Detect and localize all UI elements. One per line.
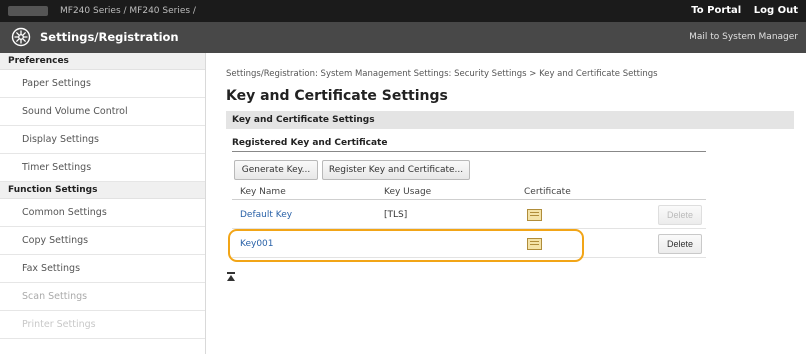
log-out-link[interactable]: Log Out bbox=[754, 5, 798, 16]
top-links: To Portal Log Out bbox=[682, 0, 798, 22]
page-title: Key and Certificate Settings bbox=[226, 88, 448, 104]
generate-key-button[interactable]: Generate Key... bbox=[234, 160, 318, 180]
sidebar-item-timer-settings[interactable]: Timer Settings bbox=[0, 154, 205, 182]
sidebar: Preferences Paper Settings Sound Volume … bbox=[0, 53, 206, 354]
sidebar-item-paper-settings[interactable]: Paper Settings bbox=[0, 70, 205, 98]
mail-to-system-manager-link[interactable]: Mail to System Manager bbox=[689, 22, 798, 53]
column-header-key-name: Key Name bbox=[240, 187, 286, 197]
main-content: Settings/Registration: System Management… bbox=[216, 53, 796, 354]
back-to-top-icon[interactable] bbox=[226, 272, 236, 282]
app-title: Settings/Registration bbox=[40, 30, 179, 44]
key-name-link[interactable]: Default Key bbox=[240, 201, 292, 229]
table-header: Key Name Key Usage Certificate bbox=[232, 184, 706, 200]
sidebar-item-display-settings[interactable]: Display Settings bbox=[0, 126, 205, 154]
column-header-certificate: Certificate bbox=[524, 187, 571, 197]
delete-button-disabled[interactable]: Delete bbox=[658, 205, 702, 225]
section-header: Key and Certificate Settings bbox=[226, 111, 794, 129]
sidebar-header-function-settings: Function Settings bbox=[0, 182, 205, 199]
register-key-and-certificate-button[interactable]: Register Key and Certificate... bbox=[322, 160, 470, 180]
brand-logo bbox=[8, 6, 48, 16]
device-model: MF240 Series / MF240 Series / bbox=[60, 6, 196, 16]
highlight-callout bbox=[228, 229, 584, 262]
key-usage: [TLS] bbox=[384, 210, 408, 220]
table-row: Default Key [TLS] bbox=[232, 201, 706, 229]
breadcrumb: Settings/Registration: System Management… bbox=[226, 69, 658, 79]
title-bar: Settings/Registration Mail to System Man… bbox=[0, 22, 806, 53]
column-header-key-usage: Key Usage bbox=[384, 187, 432, 197]
subsection-heading: Registered Key and Certificate bbox=[232, 138, 706, 152]
sidebar-item-printer-settings[interactable]: Printer Settings bbox=[0, 311, 205, 339]
sidebar-header-preferences: Preferences bbox=[0, 53, 205, 70]
sidebar-item-scan-settings[interactable]: Scan Settings bbox=[0, 283, 205, 311]
top-bar: MF240 Series / MF240 Series / To Portal … bbox=[0, 0, 806, 22]
sidebar-item-sound-volume-control[interactable]: Sound Volume Control bbox=[0, 98, 205, 126]
delete-button[interactable]: Delete bbox=[658, 234, 702, 254]
sidebar-item-copy-settings[interactable]: Copy Settings bbox=[0, 227, 205, 255]
to-portal-link[interactable]: To Portal bbox=[691, 5, 741, 16]
settings-gear-icon bbox=[11, 27, 31, 47]
sidebar-item-fax-settings[interactable]: Fax Settings bbox=[0, 255, 205, 283]
certificate-icon[interactable] bbox=[527, 209, 542, 221]
sidebar-item-common-settings[interactable]: Common Settings bbox=[0, 199, 205, 227]
